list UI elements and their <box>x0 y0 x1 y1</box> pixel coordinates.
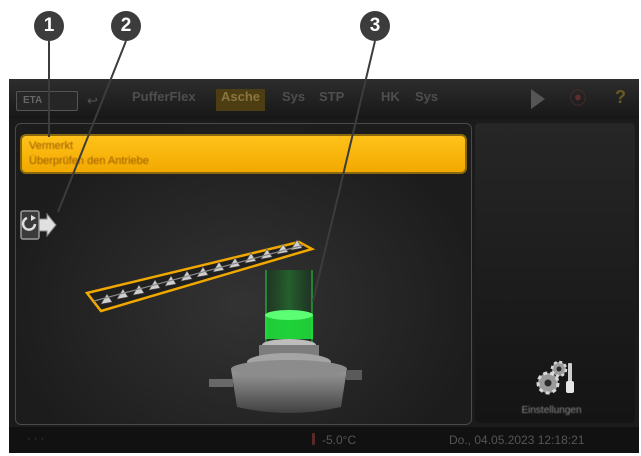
callout-2: 2 <box>111 11 141 41</box>
thermometer-icon <box>312 433 315 445</box>
callout-1: 1 <box>34 11 64 41</box>
outside-temperature: -5.0°C <box>322 433 357 447</box>
date-time: Do., 04.05.2023 12:18:21 <box>449 433 585 447</box>
settings-gear-icon[interactable] <box>534 359 578 397</box>
status-bar: · · · -5.0°C Do., 04.05.2023 12:18:21 <box>9 427 639 453</box>
settings-label[interactable]: Einstellungen <box>499 405 604 416</box>
device-screen: ETA ↩ PufferFlex Asche Sys STP HK Sys ⦿ … <box>9 79 639 453</box>
status-indicator: · · · <box>27 433 45 445</box>
callout-3: 3 <box>360 11 390 41</box>
